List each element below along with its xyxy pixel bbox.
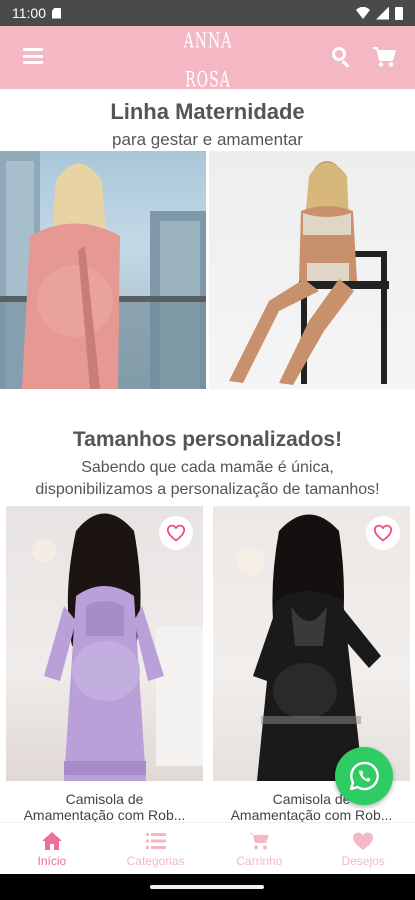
wishlist-button[interactable]	[366, 516, 400, 550]
wishlist-button[interactable]	[159, 516, 193, 550]
status-time: 11:00	[12, 5, 46, 21]
cart-icon[interactable]	[372, 46, 396, 68]
system-navigation-bar	[0, 874, 415, 900]
section-description: Sabendo que cada mamãe é única, disponib…	[0, 457, 415, 501]
nav-label-cart: Carrinho	[236, 854, 283, 868]
section-subtitle: para gestar e amamentar	[112, 130, 303, 149]
nav-item-cart[interactable]: Carrinho	[208, 823, 312, 874]
section-title-sizes: Tamanhos personalizados!	[72, 428, 343, 451]
search-icon[interactable]	[332, 47, 352, 68]
app-header: ANNA ROSA LINGERIE	[0, 26, 415, 101]
section-title: Linha Maternidade	[110, 99, 305, 124]
product-name-line-2: Amamentação com Rob...	[230, 807, 393, 823]
product-image[interactable]	[213, 506, 410, 781]
description-line-1: Sabendo que cada mamãe é única,	[81, 459, 334, 476]
nav-label-wishlist: Desejos	[341, 854, 385, 868]
whatsapp-button[interactable]	[335, 747, 393, 805]
brand-logo[interactable]: ANNA ROSA LINGERIE	[168, 30, 248, 102]
cart-icon	[249, 833, 270, 850]
heart-outline-icon	[373, 524, 393, 542]
nav-item-categories[interactable]: Categorias	[104, 823, 208, 874]
wifi-icon	[356, 7, 370, 19]
maternity-banner-image-1[interactable]	[0, 151, 206, 389]
nav-label-home: Início	[37, 854, 67, 868]
signal-icon	[376, 6, 389, 20]
nav-item-home[interactable]: Início	[0, 823, 104, 874]
product-name[interactable]: Camisola de Amamentação com Rob...	[6, 791, 203, 823]
nav-label-categories: Categorias	[126, 854, 185, 868]
list-icon	[145, 833, 166, 849]
description-line-2: disponibilizamos a personalização de tam…	[35, 481, 380, 498]
whatsapp-icon	[349, 761, 379, 791]
home-gesture-handle[interactable]	[150, 885, 264, 889]
product-name-line-2: Amamentação com Rob...	[23, 807, 186, 823]
battery-icon	[395, 6, 403, 20]
heart-icon	[353, 832, 374, 850]
bottom-navigation: Início Categorias Carrinho Desejos	[0, 822, 415, 874]
product-name-line-1: Camisola de	[65, 791, 144, 807]
status-icons	[356, 6, 403, 20]
sd-card-icon	[52, 7, 61, 19]
product-card[interactable]: Camisola de Amamentação com Rob...	[6, 506, 203, 823]
home-icon	[41, 832, 62, 850]
nav-item-wishlist[interactable]: Desejos	[311, 823, 415, 874]
heart-outline-icon	[166, 524, 186, 542]
logo-text: ANNA ROSA	[183, 29, 233, 93]
maternity-banner-image-2[interactable]	[209, 151, 415, 389]
product-image[interactable]	[6, 506, 203, 781]
menu-icon[interactable]	[23, 48, 43, 64]
